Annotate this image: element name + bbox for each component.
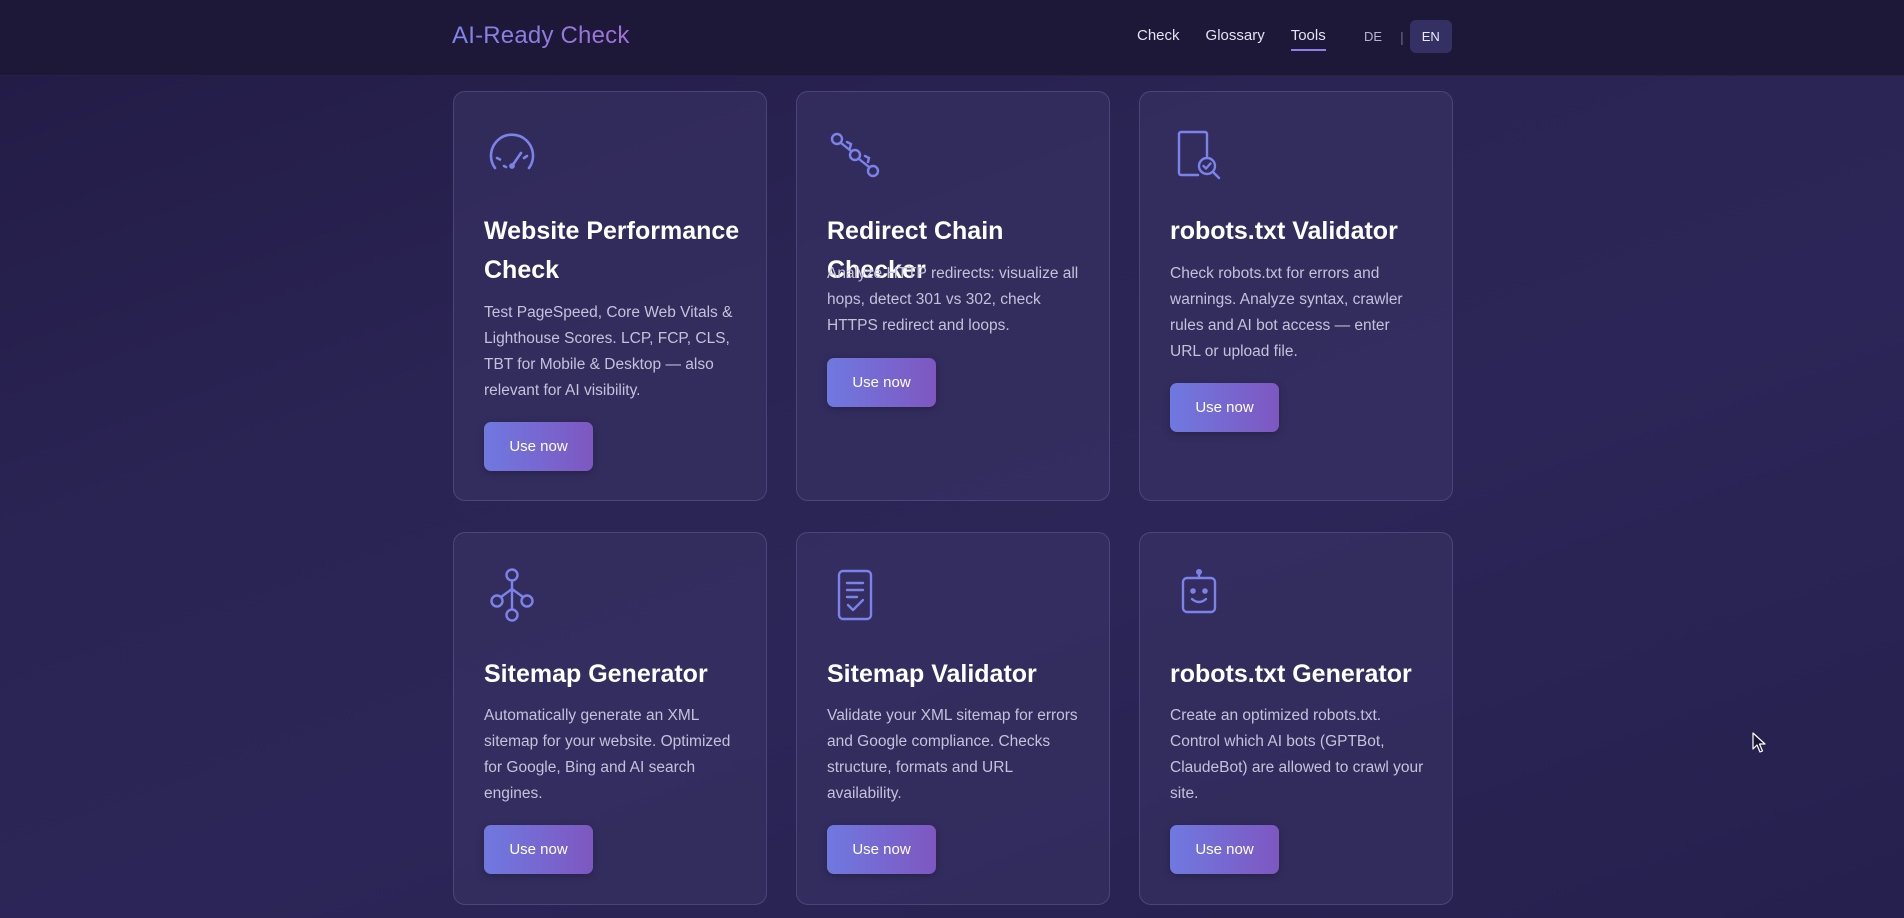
language-switcher: DE | EN bbox=[1352, 20, 1452, 53]
card-description: Validate your XML sitemap for errors and… bbox=[827, 707, 1078, 802]
nav-check[interactable]: Check bbox=[1137, 27, 1180, 51]
card-description: Automatically generate an XML sitemap fo… bbox=[484, 707, 731, 802]
redirect-chain-icon bbox=[827, 126, 883, 182]
card-description: Create an optimized robots.txt. Control … bbox=[1170, 707, 1424, 802]
use-now-button[interactable]: Use now bbox=[484, 422, 593, 471]
brand-logo[interactable]: AI-Ready Check bbox=[452, 22, 630, 50]
tool-card-performance: Website Performance Check Test PageSpeed… bbox=[453, 91, 767, 501]
nav-glossary[interactable]: Glossary bbox=[1206, 27, 1265, 51]
document-check-icon bbox=[827, 567, 883, 623]
file-search-icon bbox=[1170, 126, 1226, 182]
card-title: Website Performance Check bbox=[484, 217, 740, 284]
lang-separator: | bbox=[1400, 28, 1404, 45]
tool-card-robots-generator: robots.txt Generator Create an optimized… bbox=[1139, 532, 1453, 905]
use-now-button[interactable]: Use now bbox=[827, 825, 936, 874]
speedometer-icon bbox=[484, 126, 540, 182]
lang-en-button[interactable]: EN bbox=[1409, 20, 1452, 53]
lang-de-button[interactable]: DE bbox=[1352, 20, 1394, 53]
nav-tools[interactable]: Tools bbox=[1290, 27, 1326, 51]
card-description: Check robots.txt for errors and warnings… bbox=[1170, 265, 1403, 360]
tool-card-redirect-chain: Redirect Chain Checker Analyze HTTP redi… bbox=[796, 91, 1110, 501]
card-description: Test PageSpeed, Core Web Vitals & Lighth… bbox=[484, 304, 733, 399]
tool-card-sitemap-validator: Sitemap Validator Validate your XML site… bbox=[796, 532, 1110, 905]
mouse-pointer-icon bbox=[1752, 732, 1766, 754]
card-title: Sitemap Validator bbox=[827, 660, 1037, 688]
card-description: Analyze HTTP redirects: visualize all ho… bbox=[827, 265, 1079, 334]
sitemap-tree-icon bbox=[484, 567, 540, 623]
main-nav: Check Glossary Tools bbox=[1137, 27, 1352, 51]
card-title: robots.txt Generator bbox=[1170, 660, 1412, 688]
use-now-button[interactable]: Use now bbox=[1170, 825, 1279, 874]
use-now-button[interactable]: Use now bbox=[484, 825, 593, 874]
card-title: Sitemap Generator bbox=[484, 660, 708, 688]
tool-card-robots-validator: robots.txt Validator Check robots.txt fo… bbox=[1139, 91, 1453, 501]
card-title: robots.txt Validator bbox=[1170, 217, 1398, 245]
robot-icon bbox=[1170, 567, 1226, 623]
top-navbar: AI-Ready Check Check Glossary Tools DE |… bbox=[0, 0, 1904, 76]
use-now-button[interactable]: Use now bbox=[827, 358, 936, 407]
tool-card-sitemap-generator: Sitemap Generator Automatically generate… bbox=[453, 532, 767, 905]
use-now-button[interactable]: Use now bbox=[1170, 383, 1279, 432]
